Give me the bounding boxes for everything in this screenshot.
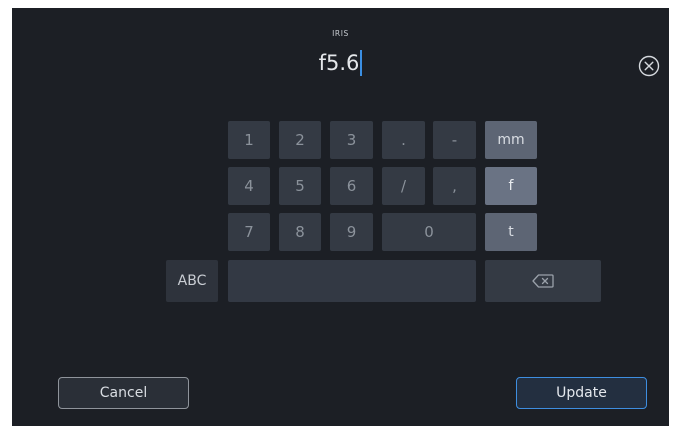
key-dot[interactable]: .	[382, 121, 425, 159]
cancel-button[interactable]: Cancel	[58, 377, 189, 409]
key-2[interactable]: 2	[279, 121, 321, 159]
key-6[interactable]: 6	[330, 167, 373, 205]
key-slash[interactable]: /	[382, 167, 425, 205]
iris-input-screen: IRIS f5.6 1 2 3 . - mm 4 5 6 / , f 7 8 9…	[12, 8, 669, 426]
key-4[interactable]: 4	[228, 167, 270, 205]
value-display[interactable]: f5.6	[12, 48, 669, 78]
key-0[interactable]: 0	[382, 213, 476, 251]
backspace-icon	[532, 274, 554, 288]
field-title: IRIS	[332, 29, 349, 38]
key-3[interactable]: 3	[330, 121, 373, 159]
abc-key[interactable]: ABC	[166, 260, 218, 302]
key-comma[interactable]: ,	[433, 167, 476, 205]
key-5[interactable]: 5	[279, 167, 321, 205]
key-7[interactable]: 7	[228, 213, 270, 251]
close-icon[interactable]	[638, 55, 660, 77]
unit-t-key[interactable]: t	[485, 213, 537, 251]
key-1[interactable]: 1	[228, 121, 270, 159]
key-9[interactable]: 9	[330, 213, 373, 251]
update-button[interactable]: Update	[516, 377, 647, 409]
unit-f-key[interactable]: f	[485, 167, 537, 205]
key-dash[interactable]: -	[433, 121, 476, 159]
unit-mm-key[interactable]: mm	[485, 121, 537, 159]
backspace-key[interactable]	[485, 260, 601, 302]
key-8[interactable]: 8	[279, 213, 321, 251]
space-key[interactable]	[228, 260, 476, 302]
value-text: f5.6	[318, 51, 360, 75]
text-caret	[360, 50, 363, 76]
